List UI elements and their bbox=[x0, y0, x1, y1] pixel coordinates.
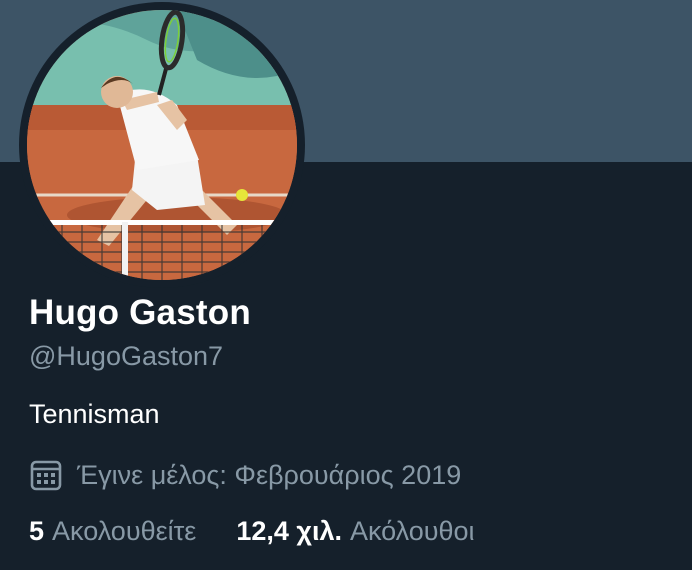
profile-bio: Tennisman bbox=[29, 399, 160, 429]
profile-avatar[interactable] bbox=[19, 2, 305, 288]
calendar-icon bbox=[30, 460, 62, 491]
joined-date: Έγινε μέλος: Φεβρουάριος 2019 bbox=[29, 457, 461, 493]
followers-label: Ακόλουθοι bbox=[349, 516, 475, 546]
following-link[interactable]: 5 Ακολουθείτε bbox=[29, 516, 196, 547]
following-count: 5 bbox=[29, 516, 45, 546]
joined-text: Έγινε μέλος: Φεβρουάριος 2019 bbox=[77, 459, 462, 490]
profile-page: Hugo Gaston @HugoGaston7 Tennisman Έγινε… bbox=[0, 0, 692, 570]
profile-handle: @HugoGaston7 bbox=[29, 341, 224, 371]
profile-stats: 5 Ακολουθείτε 12,4 χιλ. Ακόλουθοι bbox=[29, 516, 475, 547]
avatar-photo bbox=[27, 10, 297, 280]
following-label: Ακολουθείτε bbox=[52, 516, 197, 546]
followers-count: 12,4 χιλ. bbox=[236, 516, 342, 546]
followers-link[interactable]: 12,4 χιλ. Ακόλουθοι bbox=[236, 516, 474, 547]
profile-name: Hugo Gaston bbox=[29, 293, 251, 332]
